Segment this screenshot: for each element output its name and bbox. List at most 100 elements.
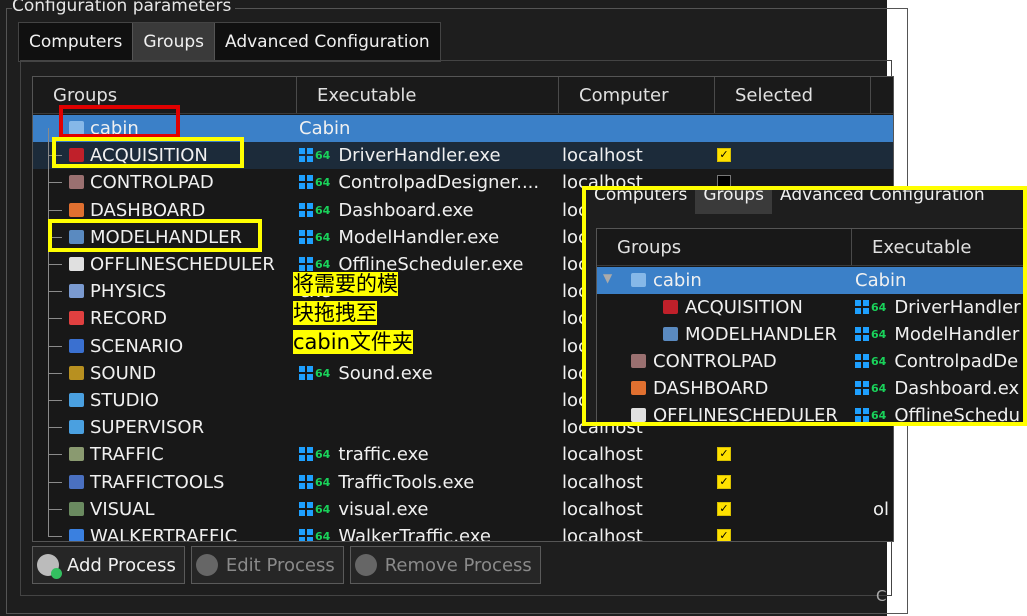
group-name: RECORD (90, 308, 167, 330)
executable-name: ControlpadDesigner.... (338, 172, 540, 194)
gear-edit-icon (195, 554, 218, 576)
windows-icon (299, 257, 313, 271)
module-icon (631, 408, 646, 422)
inset-group-name: MODELHANDLER (685, 324, 838, 345)
steering-icon (69, 148, 84, 163)
windows-icon (855, 300, 869, 314)
table-row[interactable]: TRAFFIC 64 traffic.exe localhost ✓ (33, 427, 893, 469)
inset-grid: Groups Executable ▼ cabin Cabin ACQUISITION… (596, 228, 1023, 426)
windows-icon (299, 474, 313, 489)
table-row[interactable]: VISUAL 64 visual.exe localhost ✓ ol (33, 481, 893, 524)
group-name: MODELHANDLER (90, 226, 243, 248)
tab-computers[interactable]: Computers (19, 23, 132, 61)
inset-executable-cell: 64 DriverHandler (855, 294, 1021, 322)
selected-checkbox[interactable]: ✓ (717, 529, 731, 541)
inset-table-row[interactable]: DASHBOARD 64 Dashboard.ex (597, 375, 1023, 402)
inset-table-row[interactable]: ACQUISITION 64 DriverHandler (597, 294, 1023, 322)
executable-name: Sound.exe (338, 362, 433, 384)
bits-badge: 64 (871, 382, 887, 395)
inset-tab-computers[interactable]: Computers (586, 190, 695, 214)
bits-badge: 64 (871, 301, 887, 314)
tab-groups[interactable]: Groups (132, 23, 215, 61)
expand-arrow-icon[interactable]: ▼ (603, 271, 612, 285)
traffic-icon (69, 447, 84, 462)
windows-icon (855, 381, 869, 395)
executable-cell: 64 ControlpadDesigner.... (299, 169, 539, 197)
gear-remove-icon (354, 554, 377, 576)
group-name: SCENARIO (90, 335, 184, 357)
visual-icon (69, 501, 84, 516)
inset-grid-header: Groups Executable (597, 229, 1023, 266)
selected-checkbox[interactable]: ✓ (717, 474, 731, 489)
module-icon (631, 354, 646, 368)
button-bar: Add Process Edit Process Remove Process (32, 546, 541, 584)
column-header-computer[interactable]: Computer (559, 77, 715, 113)
stopwatch-icon (69, 257, 84, 271)
table-row[interactable]: TRAFFICTOOLS 64 TrafficTools.exe localhost ✓ (33, 454, 893, 497)
selected-checkbox[interactable]: ✓ (717, 447, 731, 462)
drag-instruction-note: 将需要的模 块拖拽至 cabin文件夹 (293, 270, 423, 357)
note-line-3: cabin文件夹 (293, 330, 413, 354)
tab-advanced-configuration[interactable]: Advanced Configuration (215, 23, 440, 61)
corner-label: C (876, 587, 887, 605)
sound-icon (69, 365, 84, 380)
bits-badge: 64 (315, 230, 331, 244)
windows-icon (855, 327, 869, 341)
table-row[interactable]: cabin Cabin (33, 115, 893, 142)
executable-cell: 64 WalkerTraffic.exe (299, 523, 491, 541)
inset-executable-cell: Cabin (855, 267, 906, 295)
inset-group-name: cabin (653, 270, 702, 291)
column-header-groups[interactable]: Groups (33, 77, 297, 113)
extra-cell: ol (873, 498, 890, 520)
add-process-button[interactable]: Add Process (32, 546, 185, 584)
bits-badge: 64 (871, 409, 887, 422)
executable-cell: 64 ModelHandler.exe (299, 224, 499, 252)
executable-name: Dashboard.exe (338, 199, 474, 221)
result-preview-inset: Computers Groups Advanced Configuration … (582, 186, 1027, 426)
group-name: TRAFFIC (90, 444, 164, 466)
executable-cell: 64 TrafficTools.exe (299, 469, 474, 497)
computer-cell: localhost (562, 526, 643, 542)
note-line-1: 将需要的模 (293, 272, 398, 296)
inset-table-row[interactable]: OFFLINESCHEDULER 64 OfflineSchedu (597, 402, 1023, 426)
inset-column-executable[interactable]: Executable (852, 229, 1023, 265)
group-name: VISUAL (90, 498, 155, 520)
inset-group-name: CONTROLPAD (653, 351, 777, 372)
remove-process-button[interactable]: Remove Process (349, 546, 541, 584)
column-header-selected[interactable]: Selected (715, 77, 871, 113)
computer-cell: localhost (562, 145, 643, 167)
module-icon (663, 300, 678, 314)
executable-cell: 64 visual.exe (299, 496, 428, 524)
executable-name: Cabin (299, 118, 351, 139)
bits-badge: 64 (315, 448, 331, 462)
selected-checkbox[interactable]: ✓ (717, 501, 731, 516)
bits-badge: 64 (315, 203, 331, 217)
inset-tab-groups[interactable]: Groups (695, 190, 772, 214)
bits-badge: 64 (315, 176, 331, 190)
gear-add-icon (37, 554, 62, 579)
inset-table-row[interactable]: ▼ cabin Cabin (597, 267, 1023, 295)
inset-table-row[interactable]: MODELHANDLER 64 ModelHandler (597, 321, 1023, 348)
group-name: TRAFFICTOOLS (90, 471, 225, 493)
bits-badge: 64 (871, 355, 887, 368)
table-row[interactable]: ACQUISITION 64 DriverHandler.exe localhost ✓ (33, 128, 893, 170)
computer-cell: localhost (562, 498, 643, 520)
note-line-2: 块拖拽至 (293, 301, 377, 325)
inset-executable-name: OfflineSchedu (894, 405, 1021, 426)
bits-badge: 64 (315, 475, 331, 489)
executable-cell: 64 traffic.exe (299, 441, 429, 469)
inset-column-groups[interactable]: Groups (597, 229, 852, 265)
column-header-executable[interactable]: Executable (297, 77, 559, 113)
folder-icon (69, 121, 84, 135)
record-icon (69, 311, 84, 326)
selected-checkbox[interactable]: ✓ (717, 148, 731, 163)
inset-tab-advanced[interactable]: Advanced Configuration (772, 190, 993, 214)
executable-name: DriverHandler.exe (338, 145, 501, 167)
inset-table-row[interactable]: CONTROLPAD 64 ControlpadDe (597, 348, 1023, 375)
edit-process-button[interactable]: Edit Process (190, 546, 344, 584)
inset-executable-name: Cabin (855, 270, 907, 291)
table-row[interactable]: WALKERTRAFFIC 64 WalkerTraffic.exe localhos… (33, 509, 893, 542)
windows-icon (299, 447, 313, 462)
bits-badge: 64 (315, 502, 331, 516)
tab-bar: Computers Groups Advanced Configuration (18, 22, 441, 62)
